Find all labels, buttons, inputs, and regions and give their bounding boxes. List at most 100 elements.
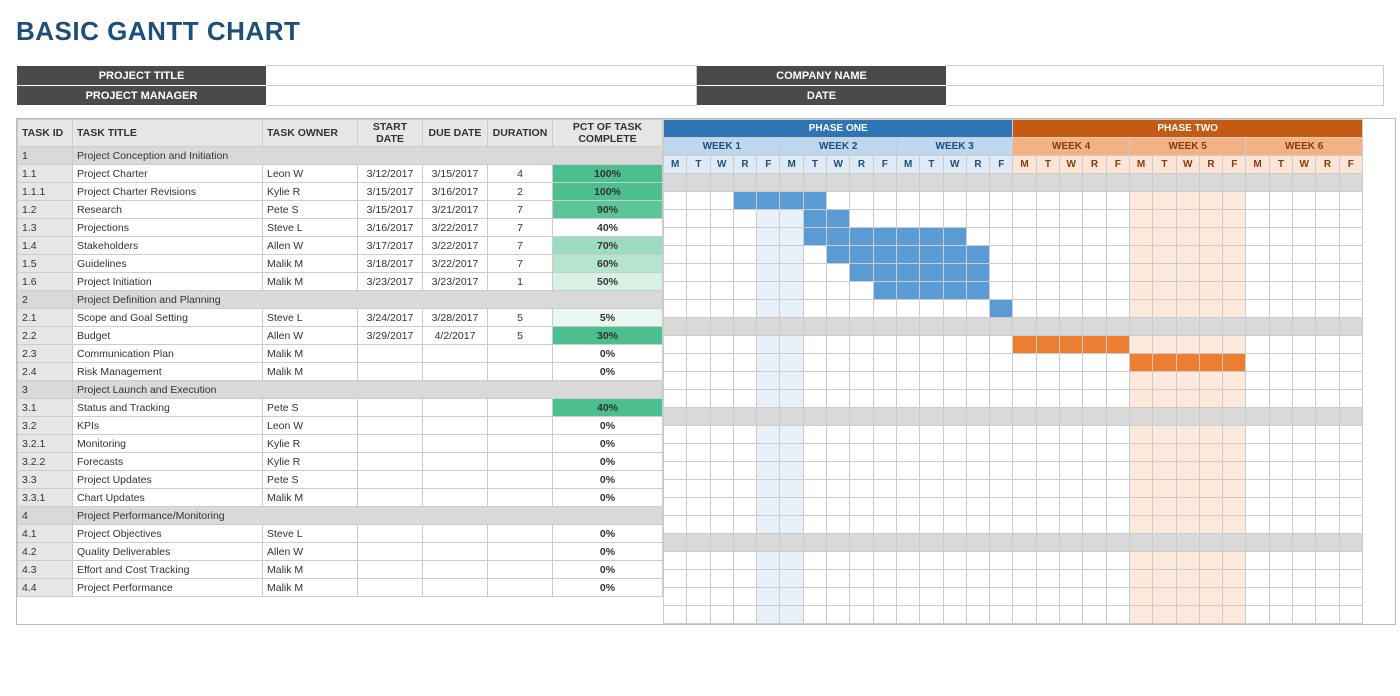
gantt-cell[interactable]: [1129, 516, 1152, 534]
task-owner-cell[interactable]: Pete S: [263, 201, 358, 219]
gantt-cell[interactable]: [1223, 588, 1246, 606]
start-date-cell[interactable]: 3/15/2017: [358, 183, 423, 201]
gantt-cell[interactable]: [687, 480, 710, 498]
gantt-cell[interactable]: [1223, 444, 1246, 462]
gantt-cell[interactable]: [1129, 444, 1152, 462]
start-date-cell[interactable]: [358, 453, 423, 471]
gantt-cell[interactable]: [943, 192, 966, 210]
gantt-cell[interactable]: [1293, 336, 1316, 354]
gantt-cell[interactable]: [733, 210, 756, 228]
gantt-cell[interactable]: [1223, 606, 1246, 624]
gantt-cell[interactable]: [803, 228, 826, 246]
gantt-cell[interactable]: [710, 588, 733, 606]
gantt-cell[interactable]: [827, 300, 850, 318]
gantt-cell[interactable]: [1246, 228, 1269, 246]
gantt-cell[interactable]: [1083, 336, 1106, 354]
duration-cell[interactable]: 1: [488, 273, 553, 291]
gantt-cell[interactable]: [1083, 570, 1106, 588]
gantt-cell[interactable]: [1293, 606, 1316, 624]
task-title-cell[interactable]: Monitoring: [73, 435, 263, 453]
gantt-cell[interactable]: [1316, 300, 1339, 318]
due-date-cell[interactable]: 3/22/2017: [423, 219, 488, 237]
gantt-cell[interactable]: [1176, 192, 1199, 210]
gantt-cell[interactable]: [1223, 336, 1246, 354]
duration-cell[interactable]: [488, 561, 553, 579]
gantt-cell[interactable]: [1036, 516, 1059, 534]
gantt-cell[interactable]: [1153, 372, 1176, 390]
gantt-cell[interactable]: [1223, 462, 1246, 480]
gantt-cell[interactable]: [1246, 390, 1269, 408]
task-id-cell[interactable]: 1.3: [18, 219, 73, 237]
task-id-cell[interactable]: 1.4: [18, 237, 73, 255]
gantt-cell[interactable]: [827, 246, 850, 264]
gantt-cell[interactable]: [990, 462, 1013, 480]
gantt-cell[interactable]: [1246, 246, 1269, 264]
gantt-cell[interactable]: [1246, 264, 1269, 282]
gantt-cell[interactable]: [1013, 588, 1036, 606]
gantt-cell[interactable]: [757, 462, 780, 480]
gantt-cell[interactable]: [664, 372, 687, 390]
gantt-cell[interactable]: [1060, 588, 1083, 606]
gantt-cell[interactable]: [1153, 390, 1176, 408]
gantt-cell[interactable]: [1223, 480, 1246, 498]
gantt-cell[interactable]: [1339, 336, 1362, 354]
pct-complete-cell[interactable]: 40%: [553, 219, 663, 237]
gantt-cell[interactable]: [1129, 282, 1152, 300]
gantt-cell[interactable]: [1083, 426, 1106, 444]
gantt-cell[interactable]: [687, 498, 710, 516]
gantt-cell[interactable]: [1176, 480, 1199, 498]
gantt-cell[interactable]: [664, 264, 687, 282]
task-owner-cell[interactable]: Leon W: [263, 417, 358, 435]
gantt-cell[interactable]: [1153, 570, 1176, 588]
duration-cell[interactable]: 7: [488, 219, 553, 237]
gantt-cell[interactable]: [1246, 516, 1269, 534]
gantt-cell[interactable]: [803, 336, 826, 354]
gantt-cell[interactable]: [1199, 516, 1222, 534]
gantt-cell[interactable]: [1060, 246, 1083, 264]
task-title-cell[interactable]: Stakeholders: [73, 237, 263, 255]
gantt-cell[interactable]: [687, 282, 710, 300]
gantt-cell[interactable]: [1199, 552, 1222, 570]
gantt-cell[interactable]: [1176, 264, 1199, 282]
gantt-cell[interactable]: [664, 354, 687, 372]
gantt-cell[interactable]: [990, 300, 1013, 318]
task-id-cell[interactable]: 1.5: [18, 255, 73, 273]
gantt-cell[interactable]: [757, 552, 780, 570]
gantt-cell[interactable]: [1269, 264, 1292, 282]
task-owner-cell[interactable]: Pete S: [263, 471, 358, 489]
gantt-cell[interactable]: [733, 588, 756, 606]
gantt-cell[interactable]: [1246, 498, 1269, 516]
gantt-cell[interactable]: [1339, 354, 1362, 372]
task-owner-cell[interactable]: Malik M: [263, 489, 358, 507]
gantt-cell[interactable]: [1293, 480, 1316, 498]
gantt-cell[interactable]: [1083, 552, 1106, 570]
task-owner-cell[interactable]: Steve L: [263, 219, 358, 237]
gantt-cell[interactable]: [1293, 462, 1316, 480]
gantt-cell[interactable]: [664, 192, 687, 210]
gantt-cell[interactable]: [757, 444, 780, 462]
task-title-cell[interactable]: Project Charter Revisions: [73, 183, 263, 201]
col-task-id[interactable]: TASK ID: [18, 120, 73, 147]
gantt-cell[interactable]: [920, 444, 943, 462]
gantt-cell[interactable]: [1269, 336, 1292, 354]
task-id-cell[interactable]: 2.1: [18, 309, 73, 327]
gantt-cell[interactable]: [710, 552, 733, 570]
pct-complete-cell[interactable]: 60%: [553, 255, 663, 273]
pct-complete-cell[interactable]: 100%: [553, 165, 663, 183]
gantt-cell[interactable]: [1036, 336, 1059, 354]
gantt-cell[interactable]: [1316, 498, 1339, 516]
due-date-cell[interactable]: [423, 399, 488, 417]
gantt-cell[interactable]: [1339, 300, 1362, 318]
section-title-cell[interactable]: Project Definition and Planning: [73, 291, 663, 309]
gantt-cell[interactable]: [920, 300, 943, 318]
gantt-cell[interactable]: [1013, 354, 1036, 372]
start-date-cell[interactable]: [358, 345, 423, 363]
gantt-cell[interactable]: [1013, 228, 1036, 246]
task-id-cell[interactable]: 1.6: [18, 273, 73, 291]
gantt-cell[interactable]: [850, 552, 873, 570]
gantt-cell[interactable]: [1060, 498, 1083, 516]
gantt-cell[interactable]: [966, 426, 989, 444]
gantt-cell[interactable]: [943, 264, 966, 282]
gantt-cell[interactable]: [1316, 210, 1339, 228]
gantt-cell[interactable]: [1246, 336, 1269, 354]
